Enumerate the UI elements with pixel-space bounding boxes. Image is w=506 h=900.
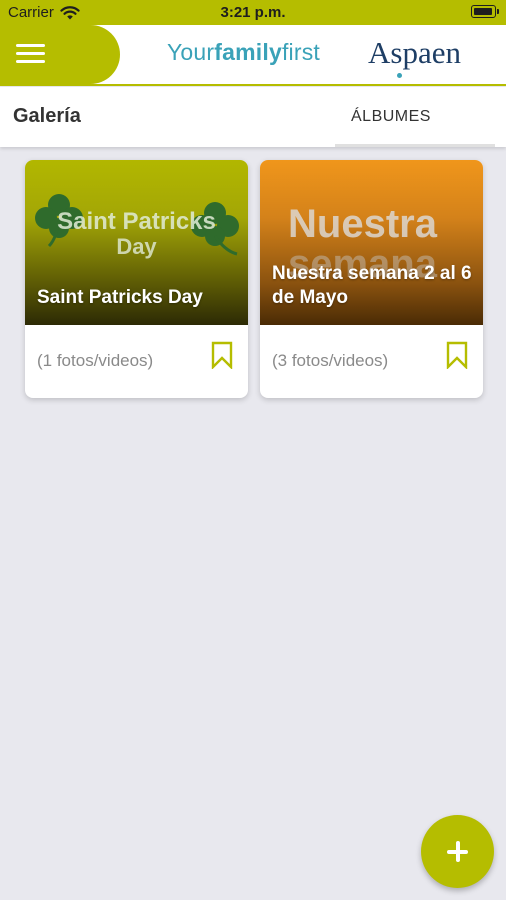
partner-logo: Aspaen — [368, 35, 461, 70]
bookmark-icon[interactable] — [445, 341, 469, 369]
cover-text-line1: Nuestra — [288, 202, 437, 246]
app-logo: Yourfamilyfirst — [167, 39, 320, 66]
status-bar: Carrier 3:21 p.m. — [0, 0, 506, 25]
tab-indicator — [335, 144, 495, 147]
logo-part-family: family — [214, 39, 282, 65]
album-cover-image: Nuestra semana Nuestra semana 2 al 6 de … — [260, 160, 483, 325]
album-title: Nuestra semana 2 al 6 de Mayo — [272, 262, 483, 310]
sub-header: Galería ÁLBUMES — [0, 87, 506, 147]
add-album-button[interactable] — [421, 815, 494, 888]
album-title: Saint Patricks Day — [37, 287, 203, 308]
cover-text-line1: Saint Patricks — [57, 208, 216, 235]
album-title-line1: Nuestra semana 2 al 6 — [272, 263, 472, 284]
page-title: Galería — [13, 105, 81, 127]
album-card[interactable]: Nuestra semana Nuestra semana 2 al 6 de … — [260, 160, 483, 398]
app-header: Yourfamilyfirst Aspaen — [0, 25, 506, 86]
cover-text-line2: Day — [116, 234, 157, 259]
bookmark-icon[interactable] — [210, 341, 234, 369]
album-count: (3 fotos/videos) — [272, 351, 389, 370]
partner-logo-dot — [397, 73, 402, 78]
album-title-line2: de Mayo — [272, 287, 349, 308]
status-right — [471, 5, 499, 18]
logo-part-first: first — [281, 39, 321, 65]
album-card[interactable]: Saint Patricks Day Saint Patricks Day (1… — [25, 160, 248, 398]
tab-albums-label: ÁLBUMES — [351, 108, 431, 125]
status-time: 3:21 p.m. — [220, 4, 286, 21]
battery-icon — [471, 5, 499, 18]
album-count: (1 fotos/videos) — [37, 351, 154, 370]
logo-part-your: Your — [167, 39, 215, 65]
tab-albums[interactable]: ÁLBUMES — [335, 87, 495, 147]
hamburger-icon[interactable] — [16, 43, 45, 65]
album-cover-image: Saint Patricks Day Saint Patricks Day — [25, 160, 248, 325]
